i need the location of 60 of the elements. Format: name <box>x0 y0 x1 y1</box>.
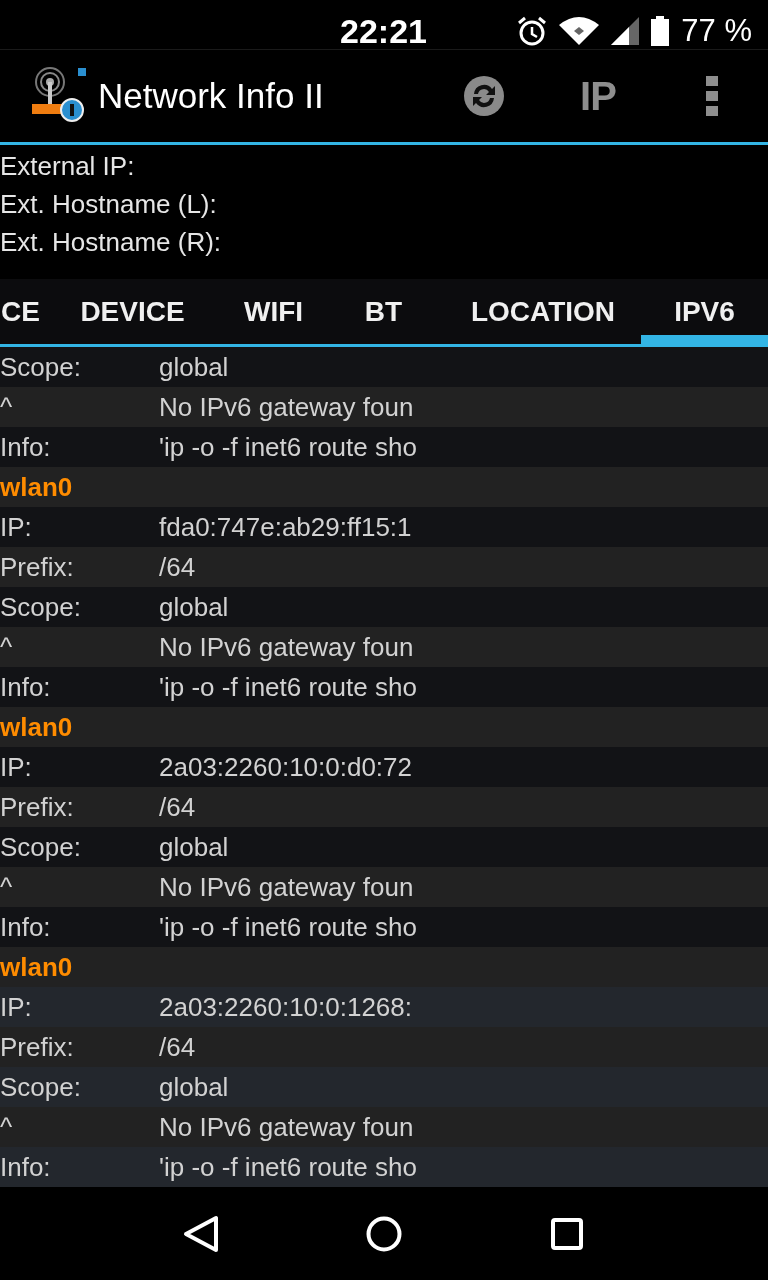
field-label: ^ <box>0 630 14 664</box>
clock: 22:21 <box>340 11 427 52</box>
field-label: Scope: <box>0 1070 82 1104</box>
field-label: Scope: <box>0 350 82 384</box>
field-label: Scope: <box>0 830 82 864</box>
field-label: Info: <box>0 670 52 704</box>
field-value: global <box>159 350 229 384</box>
refresh-icon <box>462 74 506 118</box>
field-label: ^ <box>0 1110 14 1144</box>
field-label: ^ <box>0 390 14 424</box>
field-label: Info: <box>0 1150 52 1184</box>
field-value: 2a03:2260:10:0:d0:72 <box>159 750 413 784</box>
field-value: /64 <box>159 1030 196 1064</box>
back-icon <box>183 1214 220 1253</box>
field-label: IP: <box>0 990 33 1024</box>
field-value: 2a03:2260:10:0:1268: <box>159 990 413 1024</box>
field-value: global <box>159 1070 229 1104</box>
recents-icon <box>550 1217 583 1250</box>
ip-button[interactable]: IP <box>558 56 638 136</box>
field-label: Info: <box>0 430 52 464</box>
tab[interactable]: LOCATION <box>445 279 641 344</box>
field-label: IP: <box>0 750 33 784</box>
field-value: 'ip -o -f inet6 route sho <box>159 430 417 464</box>
external-info-label: Ext. Hostname (L): <box>0 188 218 221</box>
signal-icon <box>611 17 640 46</box>
alarm-icon <box>517 16 548 47</box>
wifi-icon <box>559 17 600 46</box>
field-value: No IPv6 gateway foun <box>159 630 414 664</box>
tab[interactable]: BT <box>322 279 445 344</box>
tab[interactable]: CE <box>0 279 40 344</box>
external-info-label: External IP: <box>0 150 136 183</box>
field-label: Prefix: <box>0 790 75 824</box>
tab[interactable]: WIFI <box>225 279 322 344</box>
battery-percent: 77 % <box>681 12 752 50</box>
field-value: /64 <box>159 550 196 584</box>
external-info-label: Ext. Hostname (R): <box>0 226 223 259</box>
field-label: Scope: <box>0 590 82 624</box>
field-value: global <box>159 590 229 624</box>
field-value: 'ip -o -f inet6 route sho <box>159 670 417 704</box>
field-value: No IPv6 gateway foun <box>159 1110 414 1144</box>
field-value: 'ip -o -f inet6 route sho <box>159 1150 417 1184</box>
interface-name: wlan0 <box>0 950 73 984</box>
battery-icon <box>651 16 670 47</box>
field-label: Info: <box>0 910 52 944</box>
field-value: global <box>159 830 229 864</box>
interface-name: wlan0 <box>0 710 73 744</box>
field-label: Prefix: <box>0 550 75 584</box>
field-value: 'ip -o -f inet6 route sho <box>159 910 417 944</box>
app-title: Network Info II <box>98 74 325 117</box>
more-options-icon <box>706 76 718 116</box>
interface-name: wlan0 <box>0 470 73 504</box>
field-label: ^ <box>0 870 14 904</box>
field-value: No IPv6 gateway foun <box>159 390 414 424</box>
field-value: No IPv6 gateway foun <box>159 870 414 904</box>
field-label: Prefix: <box>0 1030 75 1064</box>
field-value: /64 <box>159 790 196 824</box>
tab[interactable]: DEVICE <box>40 279 225 344</box>
field-value: fda0:747e:ab29:ff15:1 <box>159 510 412 544</box>
field-label: IP: <box>0 510 33 544</box>
home-icon <box>366 1215 402 1252</box>
